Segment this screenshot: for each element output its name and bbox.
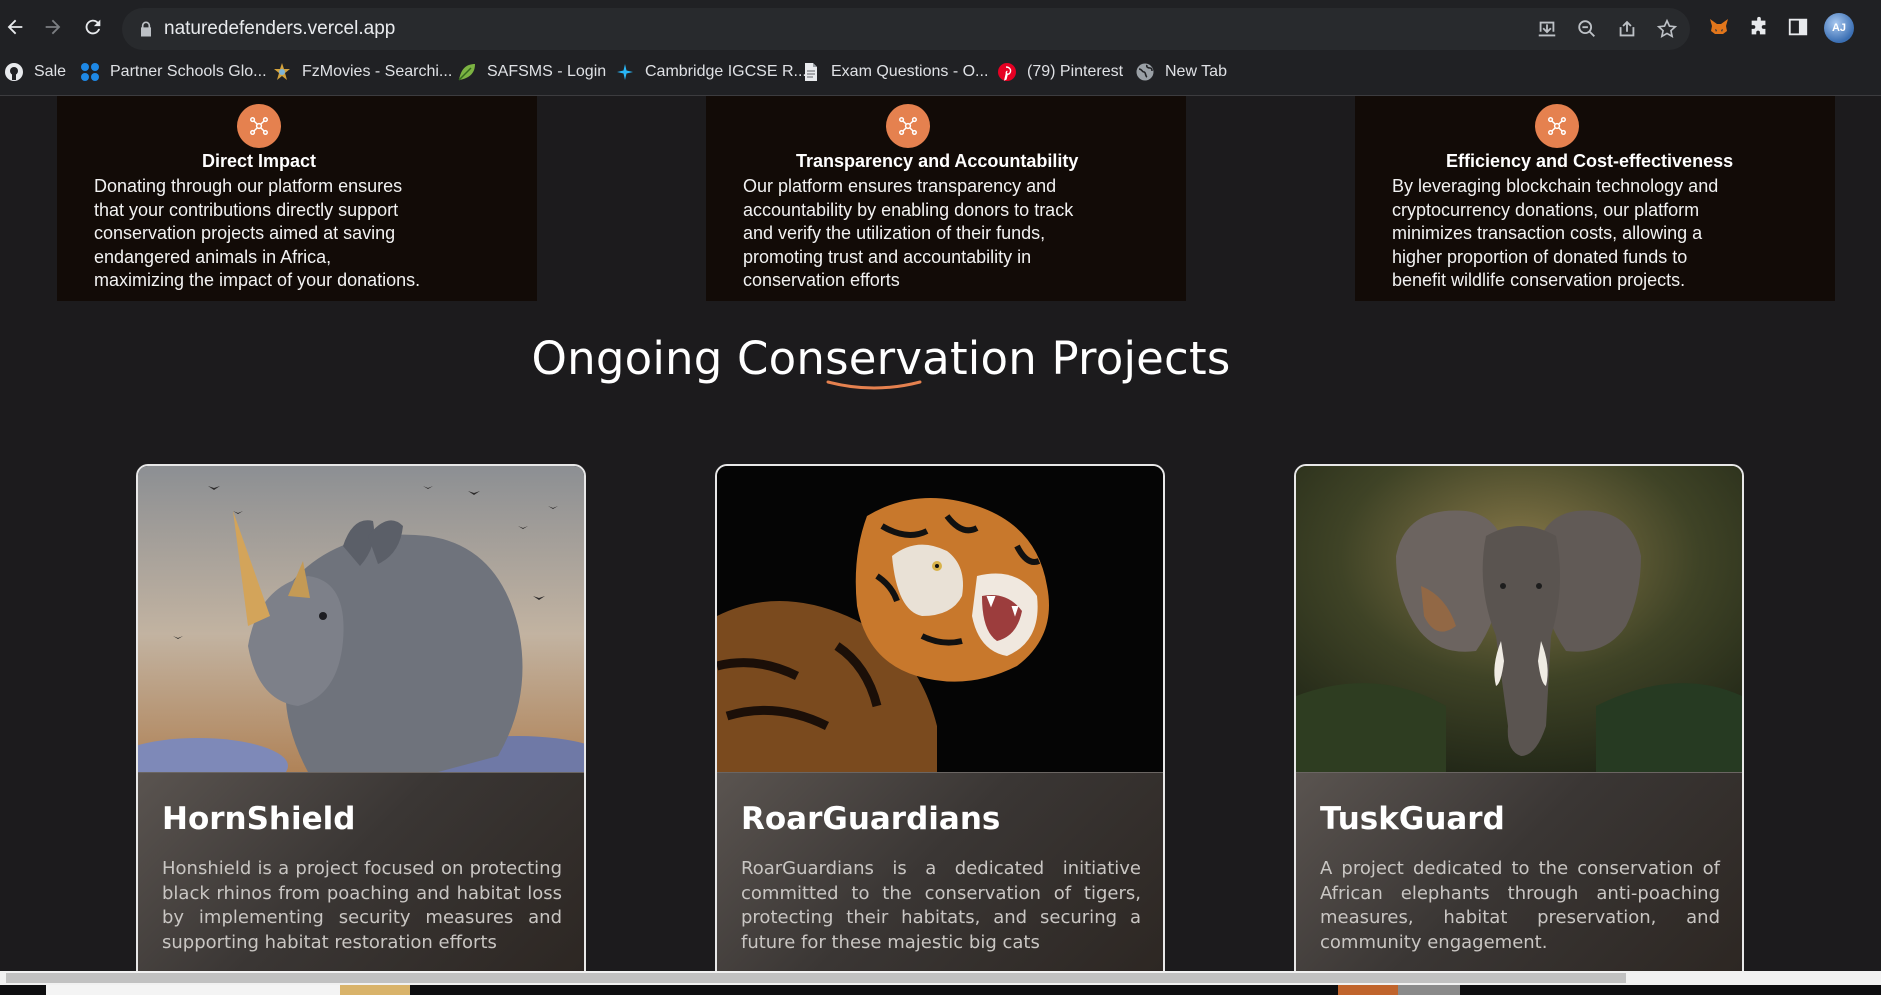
project-description: Honshield is a project focused on protec… [162, 858, 562, 953]
taskbar-strip [0, 985, 1881, 995]
tiger-image [717, 466, 1163, 772]
network-icon [1535, 104, 1579, 148]
spark-icon [615, 62, 635, 82]
puzzle-icon [1751, 16, 1766, 35]
card-body: RoarGuardians RoarGuardians is a dedicat… [717, 772, 1163, 971]
bookmark-item[interactable]: New Tab [1135, 58, 1227, 86]
project-title: TuskGuard [1320, 801, 1505, 837]
fox-icon [1710, 19, 1728, 34]
project-title: HornShield [162, 801, 356, 837]
rhino-image [138, 466, 584, 772]
metamask-extension-button[interactable] [1706, 14, 1732, 40]
scrollbar-thumb[interactable] [6, 973, 1626, 983]
reload-icon [85, 19, 101, 35]
bookmark-item[interactable]: Sale [4, 58, 66, 86]
feature-card-efficiency: Efficiency and Cost-effectiveness By lev… [1355, 96, 1835, 301]
page-viewport: Direct Impact Donating through our platf… [0, 96, 1881, 971]
extensions-button[interactable] [1746, 14, 1772, 40]
bookmark-item[interactable]: FzMovies - Searchi... [272, 58, 452, 86]
bookmark-item[interactable]: Cambridge IGCSE R... [615, 58, 807, 86]
dots-icon [80, 62, 100, 82]
bookmark-item[interactable]: Exam Questions - O... [801, 58, 988, 86]
project-description: A project dedicated to the conservation … [1320, 858, 1720, 953]
card-body: TuskGuard A project dedicated to the con… [1296, 772, 1742, 971]
feature-description: By leveraging blockchain technology and … [1392, 176, 1719, 290]
globe-icon [1135, 62, 1155, 82]
url-text[interactable]: naturedefenders.vercel.app [164, 18, 395, 40]
feature-card-direct-impact: Direct Impact Donating through our platf… [57, 96, 537, 301]
project-description: RoarGuardians is a dedicated initiative … [741, 858, 1141, 953]
project-title: RoarGuardians [741, 801, 1001, 837]
bookmark-item[interactable]: SAFSMS - Login [457, 58, 606, 86]
fzmovies-icon [272, 62, 292, 82]
bookmarks-bar: Sale Partner Schools Glo... FzMovies - S… [0, 58, 1881, 86]
leaf-icon [457, 62, 477, 82]
project-card-tuskguard[interactable]: TuskGuard A project dedicated to the con… [1294, 464, 1744, 971]
back-button[interactable] [0, 12, 30, 42]
horizontal-scrollbar[interactable] [0, 971, 1881, 985]
pinterest-icon [997, 62, 1017, 82]
lock-icon [141, 21, 151, 37]
profile-avatar[interactable]: AJ [1824, 13, 1854, 43]
github-icon [4, 62, 24, 82]
project-card-hornshield[interactable]: HornShield Honshield is a project focuse… [136, 464, 586, 971]
side-panel-button[interactable] [1785, 14, 1811, 40]
browser-toolbar: naturedefenders.vercel.app AJ [0, 0, 1881, 56]
zoom-out-icon[interactable] [1576, 18, 1598, 40]
forward-button[interactable] [38, 12, 68, 42]
feature-title: Direct Impact [202, 151, 317, 171]
share-icon[interactable] [1616, 18, 1638, 40]
card-body: HornShield Honshield is a project focuse… [138, 772, 584, 971]
bookmark-item[interactable]: Partner Schools Glo... [80, 58, 267, 86]
bookmark-star-icon[interactable] [1656, 18, 1678, 40]
feature-title: Efficiency and Cost-effectiveness [1446, 151, 1734, 171]
network-icon [237, 104, 281, 148]
bookmark-item[interactable]: (79) Pinterest [997, 58, 1123, 86]
arrow-left-icon [7, 19, 23, 35]
title-underline-squiggle [826, 380, 922, 390]
browser-chrome: naturedefenders.vercel.app AJ Sale Partn… [0, 0, 1881, 96]
side-panel-icon [1788, 18, 1808, 36]
feature-title: Transparency and Accountability [796, 151, 1079, 171]
reload-button[interactable] [78, 12, 108, 42]
install-app-icon[interactable] [1536, 18, 1558, 40]
project-card-roarguardians[interactable]: RoarGuardians RoarGuardians is a dedicat… [715, 464, 1165, 971]
address-bar[interactable]: naturedefenders.vercel.app [122, 8, 1690, 50]
feature-description: Our platform ensures transparency and ac… [743, 176, 1074, 290]
feature-description: Donating through our platform ensures th… [94, 176, 421, 290]
feature-card-transparency: Transparency and Accountability Our plat… [706, 96, 1186, 301]
elephant-image [1296, 466, 1742, 772]
arrow-right-icon [45, 19, 61, 35]
network-icon [886, 104, 930, 148]
document-icon [801, 62, 821, 82]
